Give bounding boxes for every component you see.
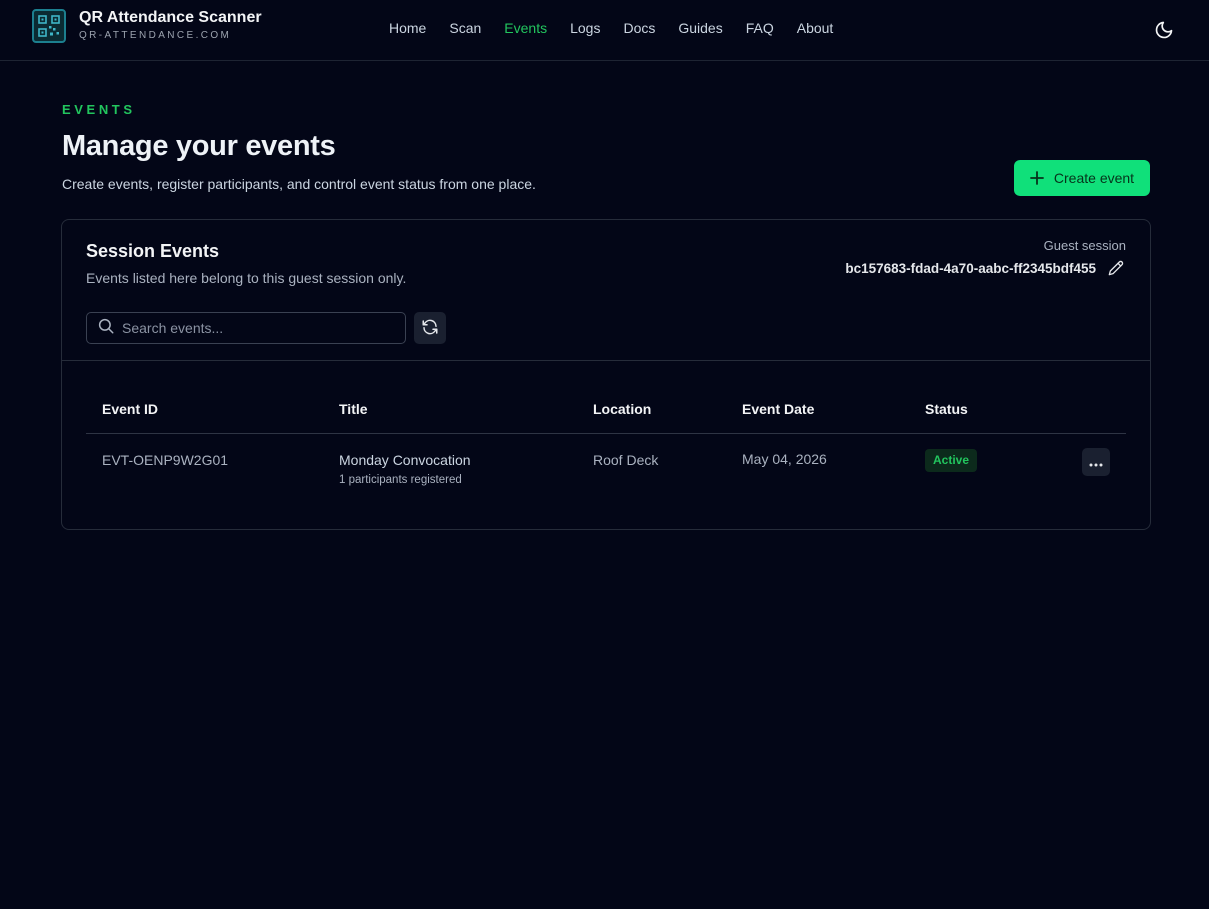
section-eyebrow: EVENTS	[62, 102, 136, 117]
refresh-icon	[421, 318, 439, 339]
guest-session-id: bc157683-fdad-4a70-aabc-ff2345bdf455	[845, 260, 1124, 276]
guest-session-label: Guest session	[1043, 238, 1126, 253]
nav-docs[interactable]: Docs	[623, 19, 655, 37]
status-badge: Active	[925, 449, 978, 472]
cell-participants: 1 participants registered	[339, 474, 462, 486]
page-description: Create events, register participants, an…	[62, 176, 536, 192]
refresh-button[interactable]	[414, 312, 446, 344]
column-header-status: Status	[925, 401, 968, 417]
nav-home[interactable]: Home	[389, 19, 426, 37]
nav-faq[interactable]: FAQ	[746, 19, 774, 37]
row-actions-button[interactable]	[1082, 448, 1110, 476]
card-divider	[62, 360, 1150, 361]
column-header-event-id: Event ID	[102, 401, 159, 417]
edit-pencil-icon[interactable]	[1108, 260, 1124, 276]
top-navigation-bar: QR Attendance Scanner QR-ATTENDANCE.COM …	[0, 0, 1209, 61]
create-event-label: Create event	[1053, 170, 1135, 186]
nav-events[interactable]: Events	[504, 19, 547, 37]
plus-icon	[1030, 171, 1044, 185]
brand-title: QR Attendance Scanner	[79, 9, 262, 26]
nav-about[interactable]: About	[797, 19, 834, 37]
card-title: Session Events	[86, 241, 220, 261]
brand-subtitle: QR-ATTENDANCE.COM	[79, 30, 232, 41]
brand[interactable]: QR Attendance Scanner QR-ATTENDANCE.COM	[32, 8, 262, 43]
session-events-card: Session Events Events listed here belong…	[61, 219, 1151, 530]
column-header-event-date: Event Date	[742, 401, 815, 417]
nav-logs[interactable]: Logs	[570, 19, 600, 37]
nav-guides[interactable]: Guides	[678, 19, 722, 37]
column-header-location: Location	[593, 401, 652, 417]
main-nav: Home Scan Events Logs Docs Guides FAQ Ab…	[389, 19, 856, 37]
card-subtitle: Events listed here belong to this guest …	[86, 270, 407, 286]
more-horizontal-icon	[1089, 455, 1103, 470]
create-event-button[interactable]: Create event	[1014, 160, 1150, 196]
nav-scan[interactable]: Scan	[449, 19, 481, 37]
page-title: Manage your events	[62, 130, 336, 162]
column-header-title: Title	[339, 401, 368, 417]
qr-code-logo-icon	[32, 8, 66, 43]
search-icon	[97, 317, 115, 340]
cell-title: Monday Convocation	[339, 452, 471, 468]
cell-event-date: May 04, 2026	[742, 451, 827, 467]
session-id-value: bc157683-fdad-4a70-aabc-ff2345bdf455	[845, 260, 1096, 276]
cell-event-id: EVT-OENP9W2G01	[102, 452, 229, 468]
table-header-rule	[86, 433, 1126, 434]
search-box	[86, 312, 406, 344]
search-input[interactable]	[122, 320, 392, 336]
theme-toggle-moon-icon[interactable]	[1154, 20, 1174, 40]
cell-location: Roof Deck	[593, 452, 659, 468]
